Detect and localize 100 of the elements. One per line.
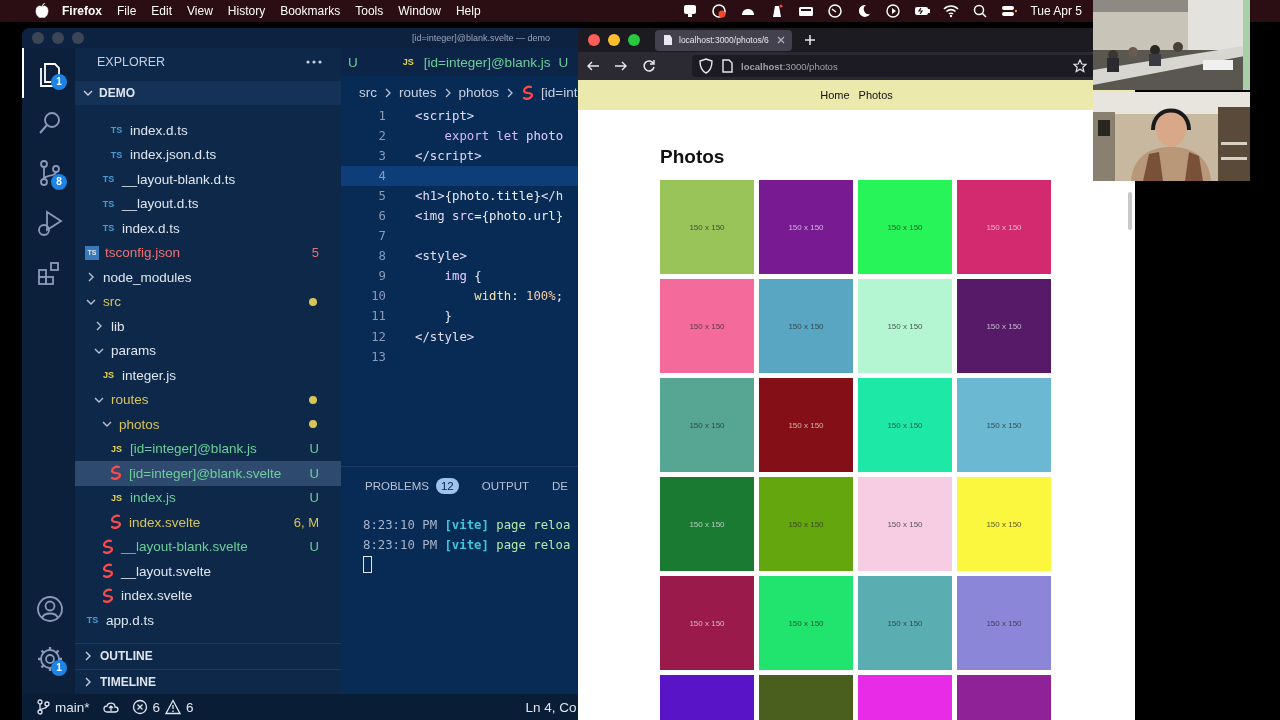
panel-tab[interactable]: OUTPUT [479,480,531,492]
editor-tab[interactable]: U [341,48,394,76]
status-label: U [309,465,319,481]
file-row[interactable]: TS index.d.ts [75,118,341,143]
file-row[interactable]: __layout.svelte [75,559,341,584]
bookmark-star-icon[interactable] [1073,59,1087,73]
nav-link[interactable]: Home [820,89,850,101]
editor-tab[interactable]: JS [id=integer]@blank.js U [393,48,579,76]
file-row[interactable]: JS [id=integer]@blank.js U [75,436,341,461]
gauge-icon[interactable] [711,3,728,19]
photo-thumbnail[interactable]: 150 x 150 [858,576,952,670]
photo-thumbnail[interactable]: 150 x 150 [759,180,853,274]
menu-item[interactable]: Tools [355,4,384,18]
app-menu[interactable]: Firefox [62,4,102,18]
photo-thumbnail[interactable]: 150 x 150 [660,279,754,373]
forward-icon[interactable] [614,60,628,72]
file-row[interactable]: [id=integer]@blank.svelte U [75,461,341,486]
more-icon[interactable] [305,59,323,65]
menu-item[interactable]: File [117,4,137,18]
file-name: [id=integer]@blank.js [130,441,258,457]
image-caption: 150 x 150 [887,618,923,628]
window-control[interactable] [628,34,640,46]
photo-thumbnail[interactable]: 150 x 150 [759,576,853,670]
file-row[interactable]: index.svelte 6, M [75,510,341,535]
browser-tab[interactable]: localhost:3000/photos/6 [655,29,792,51]
file-row[interactable]: TS app.d.ts [75,608,341,633]
breadcrumb-item[interactable]: photos [458,85,500,100]
status-label: U [309,490,319,506]
menu-item[interactable]: Help [455,4,481,18]
folder-row[interactable]: routes [75,387,341,412]
file-name: __layout.svelte [121,563,213,579]
play-icon[interactable] [885,3,902,19]
line-number: 7 [377,229,386,244]
toggle-icon[interactable] [1001,3,1018,19]
breadcrumb-item[interactable]: [id=int [541,85,578,100]
photo-thumbnail[interactable]: 150 x 150 [660,576,754,670]
tab-title: [id=integer]@blank.js [423,54,551,70]
folder-row[interactable]: src [75,289,341,314]
photo-thumbnail[interactable]: 150 x 150 [957,378,1051,472]
menu-item[interactable]: View [187,4,213,18]
file-row[interactable]: JS integer.js [75,363,341,388]
file-name: index.json.d.ts [130,147,218,163]
breadcrumb-item[interactable]: src [359,85,377,100]
new-tab-icon[interactable] [804,34,816,46]
problems-indicator[interactable]: 6 6 [131,699,194,715]
menu-item[interactable]: Edit [151,4,173,18]
branch-indicator[interactable]: main* [36,699,90,715]
menu-item[interactable]: Window [398,4,441,18]
file-name: index.svelte [121,588,194,604]
photo-thumbnail[interactable]: 150 x 150 [858,477,952,571]
photo-thumbnail[interactable]: 150 x 150 [858,279,952,373]
file-row[interactable]: TS index.json.d.ts [75,142,341,167]
window-control[interactable] [588,34,600,46]
panel-tab[interactable]: DE [550,480,570,492]
reload-icon[interactable] [642,59,656,73]
moon-icon[interactable] [856,3,873,19]
file-row[interactable]: TS __layout.d.ts [75,191,341,216]
file-row[interactable]: TS index.d.ts [75,216,341,241]
photo-thumbnail[interactable]: 150 x 150 [759,279,853,373]
image-caption: 150 x 150 [887,222,923,232]
scrollbar[interactable] [1128,192,1132,230]
photo-thumbnail[interactable]: 150 x 150 [957,279,1051,373]
code-line: </script> [414,149,482,164]
display-icon[interactable] [682,3,699,19]
menu-item[interactable]: History [227,4,266,18]
folder-header[interactable]: DEMO [75,81,341,105]
image-caption: 150 x 150 [689,321,725,331]
file-type-icon [109,465,123,482]
photo-thumbnail[interactable]: 150 x 150 [759,378,853,472]
photo-thumbnail[interactable]: 150 x 150 [660,180,754,274]
activity-bar-item[interactable]: 8 [22,148,75,198]
file-row[interactable]: index.svelte [75,583,341,608]
file-name: index.svelte [129,514,202,530]
folder-row[interactable]: params [75,338,341,363]
clock-icon[interactable] [827,3,844,19]
file-row[interactable]: JS index.js U [75,485,341,510]
cloud-upload-icon[interactable] [101,700,120,714]
panel-tab[interactable]: PROBLEMS [363,480,431,492]
close-icon[interactable] [776,35,786,45]
file-row[interactable]: TS __layout-blank.d.ts [75,167,341,192]
activity-bar-item[interactable]: 1 [22,634,75,684]
photo-thumbnail[interactable]: 150 x 150 [660,378,754,472]
folder-row[interactable]: node_modules [75,265,341,290]
cursor-position[interactable]: Ln 4, Co [525,699,577,715]
address-bar[interactable]: localhost:3000/photos [692,55,1095,77]
window-control[interactable] [608,34,620,46]
breadcrumb-item[interactable]: routes [399,85,437,100]
nav-link[interactable]: Photos [858,89,893,101]
photo-thumbnail[interactable]: 150 x 150 [660,477,754,571]
image-caption: 150 x 150 [887,519,923,529]
folder-row[interactable]: lib [75,314,341,339]
menu-item[interactable]: Bookmarks [280,4,341,18]
photo-thumbnail[interactable]: 150 x 150 [858,180,952,274]
file-row[interactable]: __layout-blank.svelte U [75,534,341,559]
photo-thumbnail[interactable]: 150 x 150 [858,378,952,472]
folder-row[interactable]: photos [75,412,341,437]
photo-thumbnail[interactable]: 150 x 150 [957,477,1051,571]
wifi-icon[interactable] [943,3,960,19]
back-icon[interactable] [586,60,600,72]
search-icon[interactable] [972,3,989,19]
